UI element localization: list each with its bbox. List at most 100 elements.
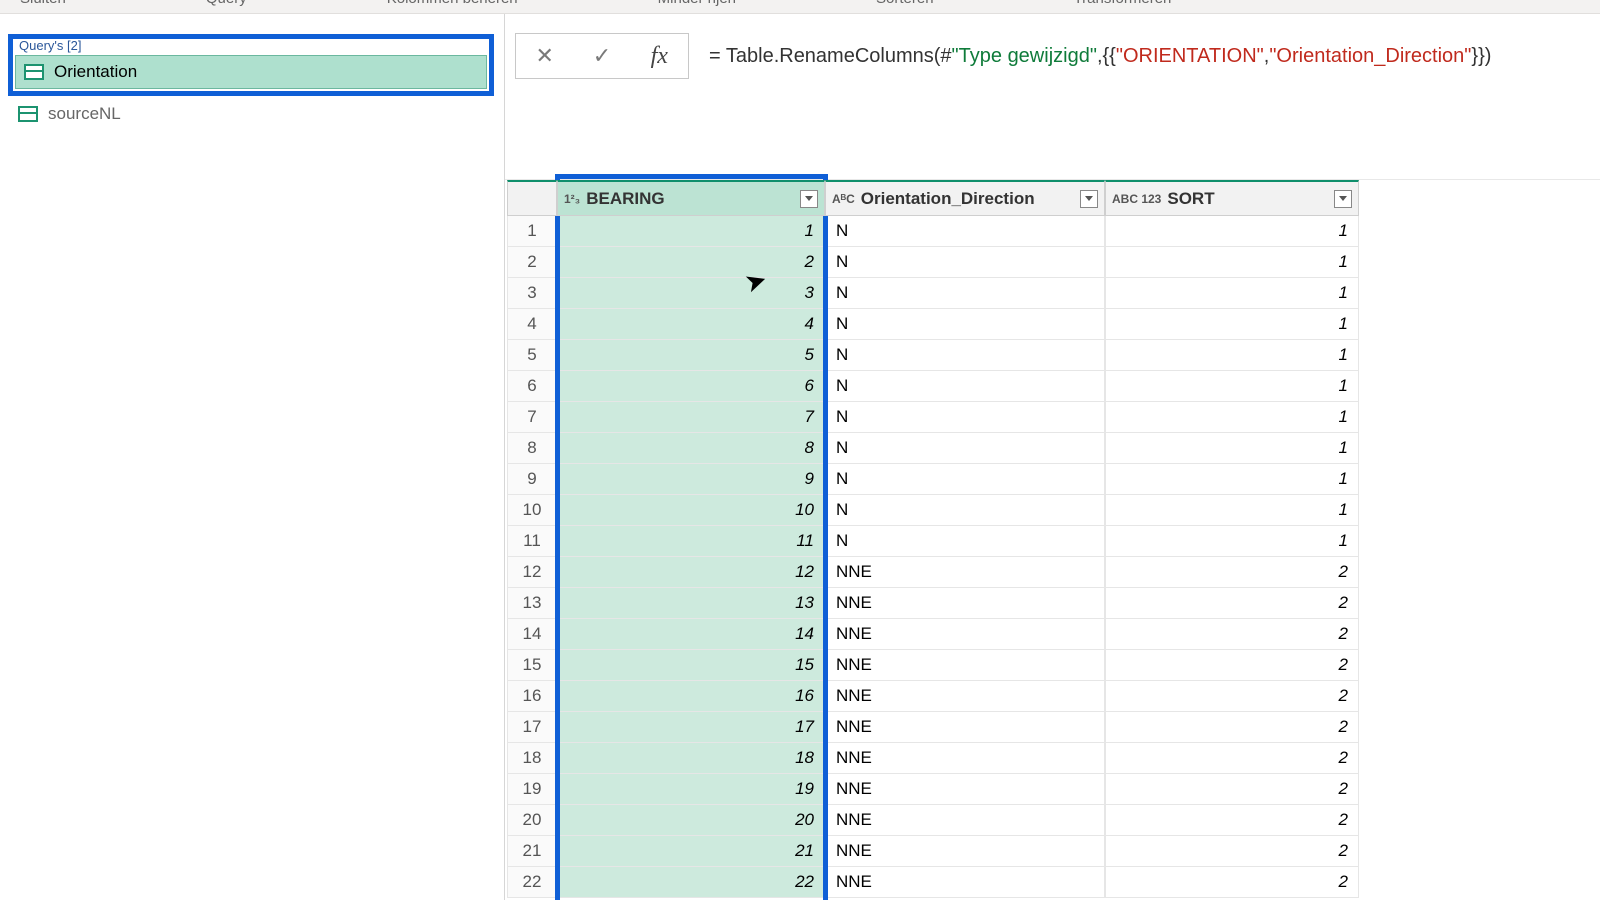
row-number[interactable]: 11	[507, 526, 557, 557]
row-number[interactable]: 8	[507, 433, 557, 464]
cell-sort[interactable]: 2	[1105, 805, 1359, 836]
row-number[interactable]: 21	[507, 836, 557, 867]
ribbon-tab[interactable]: Transformeren	[1074, 0, 1172, 7]
row-number[interactable]: 9	[507, 464, 557, 495]
cell-sort[interactable]: 1	[1105, 309, 1359, 340]
ribbon-tab[interactable]: Sorteren	[876, 0, 934, 7]
column-filter-button[interactable]	[1080, 190, 1098, 208]
cell-bearing[interactable]: 21	[557, 836, 825, 867]
cell-orientation[interactable]: NNE	[825, 650, 1105, 681]
cell-sort[interactable]: 2	[1105, 650, 1359, 681]
cell-orientation[interactable]: N	[825, 247, 1105, 278]
cell-orientation[interactable]: N	[825, 371, 1105, 402]
cell-orientation[interactable]: N	[825, 464, 1105, 495]
cell-sort[interactable]: 2	[1105, 836, 1359, 867]
cell-bearing[interactable]: 2	[557, 247, 825, 278]
cell-sort[interactable]: 2	[1105, 712, 1359, 743]
cell-sort[interactable]: 2	[1105, 867, 1359, 898]
row-number[interactable]: 6	[507, 371, 557, 402]
cell-sort[interactable]: 1	[1105, 278, 1359, 309]
cell-orientation[interactable]: NNE	[825, 867, 1105, 898]
cell-sort[interactable]: 1	[1105, 247, 1359, 278]
cell-bearing[interactable]: 11	[557, 526, 825, 557]
cell-sort[interactable]: 1	[1105, 464, 1359, 495]
row-number[interactable]: 1	[507, 216, 557, 247]
cell-orientation[interactable]: NNE	[825, 588, 1105, 619]
cell-orientation[interactable]: N	[825, 309, 1105, 340]
cell-bearing[interactable]: 22	[557, 867, 825, 898]
row-number[interactable]: 15	[507, 650, 557, 681]
cell-bearing[interactable]: 8	[557, 433, 825, 464]
cell-bearing[interactable]: 4	[557, 309, 825, 340]
cell-bearing[interactable]: 18	[557, 743, 825, 774]
column-header[interactable]: ABC 123SORT	[1105, 180, 1359, 216]
datatype-icon[interactable]: ABC 123	[1112, 194, 1161, 204]
ribbon-tab[interactable]: Minder rijen	[658, 0, 736, 7]
table-corner-button[interactable]	[507, 180, 557, 216]
row-number[interactable]: 5	[507, 340, 557, 371]
cell-sort[interactable]: 1	[1105, 526, 1359, 557]
column-filter-button[interactable]	[800, 190, 818, 208]
row-number[interactable]: 20	[507, 805, 557, 836]
fx-button[interactable]: fx	[636, 34, 682, 78]
cell-bearing[interactable]: 9	[557, 464, 825, 495]
ribbon-tab[interactable]: Kolommen beheren	[387, 0, 518, 7]
datatype-icon[interactable]: AᴮC	[832, 194, 855, 204]
cell-orientation[interactable]: N	[825, 216, 1105, 247]
cell-bearing[interactable]: 19	[557, 774, 825, 805]
row-number[interactable]: 13	[507, 588, 557, 619]
column-header[interactable]: 1²₃BEARING	[557, 180, 825, 216]
cell-sort[interactable]: 1	[1105, 433, 1359, 464]
cell-orientation[interactable]: NNE	[825, 774, 1105, 805]
row-number[interactable]: 22	[507, 867, 557, 898]
row-number[interactable]: 19	[507, 774, 557, 805]
cell-orientation[interactable]: N	[825, 526, 1105, 557]
datatype-icon[interactable]: 1²₃	[564, 194, 580, 204]
cell-sort[interactable]: 2	[1105, 588, 1359, 619]
cell-orientation[interactable]: NNE	[825, 805, 1105, 836]
row-number[interactable]: 3	[507, 278, 557, 309]
cell-orientation[interactable]: N	[825, 433, 1105, 464]
cell-sort[interactable]: 1	[1105, 402, 1359, 433]
cell-bearing[interactable]: 13	[557, 588, 825, 619]
cell-bearing[interactable]: 12	[557, 557, 825, 588]
cell-bearing[interactable]: 6	[557, 371, 825, 402]
row-number[interactable]: 12	[507, 557, 557, 588]
column-header[interactable]: AᴮCOrientation_Direction	[825, 180, 1105, 216]
cell-sort[interactable]: 2	[1105, 743, 1359, 774]
query-item-orientation[interactable]: Orientation	[15, 55, 487, 89]
cell-sort[interactable]: 1	[1105, 340, 1359, 371]
cell-sort[interactable]: 1	[1105, 495, 1359, 526]
cell-bearing[interactable]: 15	[557, 650, 825, 681]
cell-sort[interactable]: 2	[1105, 774, 1359, 805]
cell-orientation[interactable]: NNE	[825, 743, 1105, 774]
ribbon-tab[interactable]: Query	[206, 0, 247, 7]
column-filter-button[interactable]	[1334, 190, 1352, 208]
cell-bearing[interactable]: 10	[557, 495, 825, 526]
cell-sort[interactable]: 2	[1105, 619, 1359, 650]
row-number[interactable]: 2	[507, 247, 557, 278]
ribbon-tab[interactable]: Sluiten	[20, 0, 66, 7]
cell-orientation[interactable]: NNE	[825, 712, 1105, 743]
cell-orientation[interactable]: N	[825, 402, 1105, 433]
cell-orientation[interactable]: NNE	[825, 619, 1105, 650]
row-number[interactable]: 17	[507, 712, 557, 743]
cell-sort[interactable]: 2	[1105, 557, 1359, 588]
query-item-sourcenl[interactable]: sourceNL	[0, 98, 504, 130]
cell-bearing[interactable]: 20	[557, 805, 825, 836]
cell-bearing[interactable]: 14	[557, 619, 825, 650]
cell-bearing[interactable]: 16	[557, 681, 825, 712]
row-number[interactable]: 16	[507, 681, 557, 712]
cell-bearing[interactable]: 17	[557, 712, 825, 743]
row-number[interactable]: 4	[507, 309, 557, 340]
cell-bearing[interactable]: 1	[557, 216, 825, 247]
cell-orientation[interactable]: NNE	[825, 836, 1105, 867]
row-number[interactable]: 14	[507, 619, 557, 650]
cell-orientation[interactable]: N	[825, 495, 1105, 526]
cell-orientation[interactable]: N	[825, 340, 1105, 371]
row-number[interactable]: 10	[507, 495, 557, 526]
cell-sort[interactable]: 2	[1105, 681, 1359, 712]
cell-sort[interactable]: 1	[1105, 216, 1359, 247]
cell-bearing[interactable]: 3	[557, 278, 825, 309]
cell-bearing[interactable]: 7	[557, 402, 825, 433]
